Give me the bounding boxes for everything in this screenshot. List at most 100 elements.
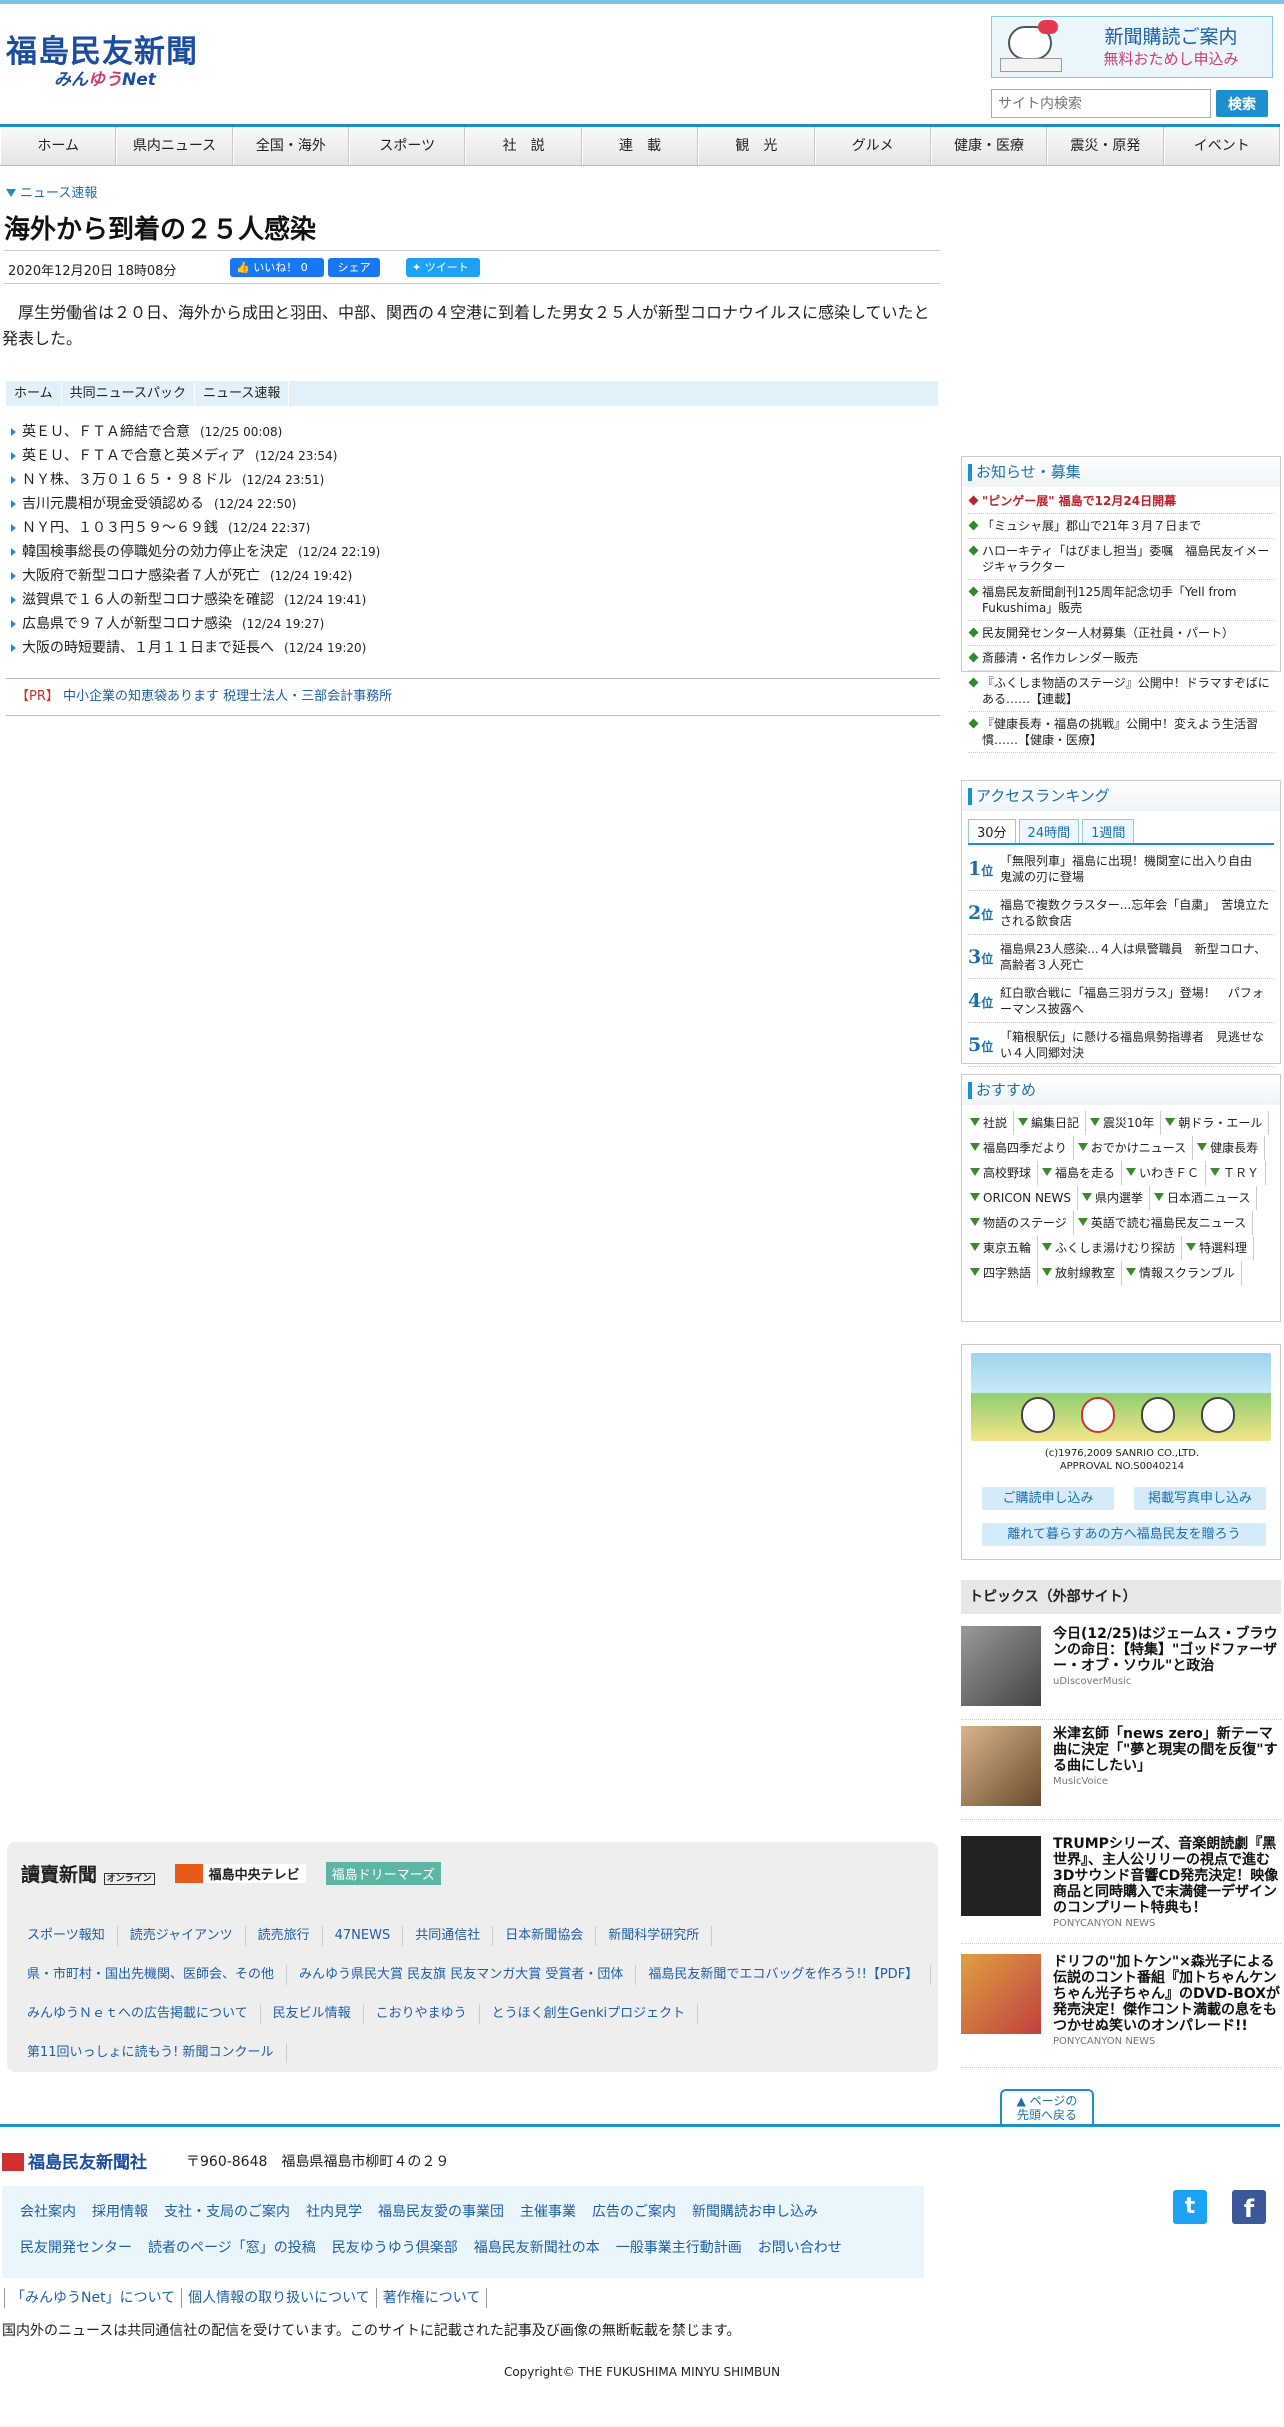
corporate-link[interactable]: 民友開発センター [12,2238,140,2258]
news-list-item[interactable]: 大阪府で新型コロナ感染者７人が死亡 (12/24 19:42) [8,564,938,588]
news-list-item[interactable]: 吉川元農相が現金受領認める (12/24 22:50) [8,492,938,516]
news-list-item[interactable]: 大阪の時短要請、１月１１日まで延長へ (12/24 19:20) [8,636,938,660]
gift-subscription-button[interactable]: 離れて暮らすあの方へ福島民友を贈ろう [982,1523,1266,1546]
notice-item[interactable]: 「ミュシャ展」郡山で21年３月７日まで [968,514,1274,539]
corporate-link[interactable]: 会社案内 [12,2202,84,2222]
related-link[interactable]: 福島民友新聞でエコバッグを作ろう!!【PDF】 [636,1965,932,1985]
nav-national-world[interactable]: 全国・海外 [232,127,350,165]
nav-tourism[interactable]: 観 光 [698,127,815,165]
related-link[interactable]: みんゆうＮｅｔへの広告掲載について [15,2004,261,2024]
tab-1week[interactable]: 1週間 [1082,819,1135,843]
news-list-item[interactable]: ＮＹ円、１０３円５９～６９銭 (12/24 22:37) [8,516,938,540]
ranking-item[interactable]: 1位 「無限列車」福島に出現！機関室に出入り自由 鬼滅の刃に登場 [968,847,1274,891]
policy-link[interactable]: 個人情報の取り扱いについて [181,2288,376,2308]
policy-link[interactable]: 「みんゆうNet」について [4,2288,181,2308]
reco-tag[interactable]: 社説 [966,1111,1015,1135]
back-to-top-button[interactable]: ▲ ページの 先頭へ戻る [1000,2089,1094,2125]
corporate-link[interactable]: 支社・支局のご案内 [156,2202,298,2222]
tab-24h[interactable]: 24時間 [1018,819,1080,843]
notice-item[interactable]: 斎藤清・名作カレンダー販売 [968,646,1274,671]
news-list-item[interactable]: ＮＹ株、３万０１６５・９８ドル (12/24 23:51) [8,468,938,492]
corporate-link[interactable]: 採用情報 [84,2202,156,2222]
notice-item[interactable]: 民友開発センター人材募集（正社員・パート） [968,621,1274,646]
ranking-item[interactable]: 2位 福島で複数クラスター...忘年会「自粛」 苦境立たされる飲食店 [968,891,1274,935]
corporate-link[interactable]: 民友ゆうゆう倶楽部 [324,2238,466,2258]
facebook-share-button[interactable]: シェア [328,258,380,277]
corporate-link[interactable]: 読者のページ「窓」の投稿 [140,2238,324,2258]
notice-item[interactable]: ハローキティ「はぴまし担当」委嘱 福島民友イメージキャラクター [968,539,1274,580]
related-link[interactable]: 日本新聞協会 [493,1926,597,1946]
nav-health[interactable]: 健康・医療 [930,127,1048,165]
reco-tag[interactable]: 震災10年 [1086,1111,1162,1135]
notice-item[interactable]: 福島民友新聞創刊125周年記念切手「Yell from Fukushima」販売 [968,580,1274,621]
nav-sports[interactable]: スポーツ [349,127,466,165]
related-link[interactable]: スポーツ報知 [15,1926,118,1946]
nav-gourmet[interactable]: グルメ [814,127,931,165]
facebook-like-button[interactable]: 👍 いいね！ 0 [230,258,324,277]
notice-item[interactable]: "ピンゲー展" 福島で12月24日開幕 [968,489,1274,514]
reco-tag[interactable]: 福島を走る [1038,1161,1123,1185]
notice-item[interactable]: 『ふくしま物語のステージ』公開中！ドラマすぞばにある……【連載】 [968,671,1274,712]
twitter-icon[interactable]: t [1173,2190,1207,2224]
fct-logo[interactable]: 福島中央テレビ [174,1864,306,1883]
reco-tag[interactable]: 高校野球 [966,1161,1039,1185]
reco-tag[interactable]: いわきＦＣ [1122,1161,1207,1185]
related-link[interactable]: とうほく創生Genkiプロジェクト [480,2004,699,2024]
reco-tag[interactable]: おでかけニュース [1074,1136,1194,1160]
related-link[interactable]: 共同通信社 [403,1926,494,1946]
corporate-link[interactable]: 新聞購読お申し込み [684,2202,826,2222]
reco-tag[interactable]: 特選料理 [1182,1236,1255,1260]
subscription-banner[interactable]: 新聞購読ご案内 無料おためし申込み [991,16,1273,78]
nav-local-news[interactable]: 県内ニュース [116,127,233,165]
related-link[interactable]: 読売ジャイアンツ [118,1926,246,1946]
reco-tag[interactable]: 東京五輪 [966,1236,1039,1260]
reco-tag[interactable]: ORICON NEWS [966,1186,1078,1210]
corporate-link[interactable]: お問い合わせ [750,2238,850,2258]
reco-tag[interactable]: 福島四季だより [966,1136,1074,1160]
tab-30min[interactable]: 30分 [968,819,1016,843]
corporate-link[interactable]: 広告のご案内 [584,2202,684,2222]
corporate-link[interactable]: 福島民友愛の事業団 [370,2202,512,2222]
related-link[interactable]: 新聞科学研究所 [596,1926,713,1946]
pr-ad-link[interactable]: 【PR】 中小企業の知恵袋あります 税理士法人・三部会計事務所 [6,678,940,716]
ranking-item[interactable]: 3位 福島県23人感染...４人は県警職員 新型コロナ、高齢者３人死亡 [968,935,1274,979]
notice-item[interactable]: 『健康長寿・福島の挑戦』公開中！変えよう生活習慣……【健康・医療】 [968,712,1274,753]
nav-series[interactable]: 連 載 [581,127,699,165]
policy-link[interactable]: 著作権について [375,2288,488,2308]
reco-tag[interactable]: 日本酒ニュース [1150,1186,1258,1210]
fukushima-dreamers-logo[interactable]: 福島ドリーマーズ [325,1862,442,1885]
photo-apply-button[interactable]: 掲載写真申し込み [1134,1487,1266,1510]
related-link[interactable]: みんゆう県民大賞 民友旗 民友マンガ大賞 受賞者・団体 [287,1965,637,1985]
corporate-link[interactable]: 主催事業 [512,2202,584,2222]
reco-tag[interactable]: 四字熟語 [966,1261,1039,1285]
corporate-link[interactable]: 一般事業主行動計画 [608,2238,750,2258]
reco-tag[interactable]: 英語で読む福島民友ニュース [1074,1211,1254,1235]
corporate-link[interactable]: 社内見学 [298,2202,370,2222]
nav-events[interactable]: イベント [1163,127,1280,165]
nav-home[interactable]: ホーム [0,127,117,165]
ranking-item[interactable]: 5位 「箱根駅伝」に懸ける福島県勢指導者 見逃せない４人同郷対決 [968,1023,1274,1067]
subscribe-apply-button[interactable]: ご購読申し込み [982,1487,1114,1510]
related-link[interactable]: 県・市町村・国出先機関、医師会、その他 [15,1965,288,1985]
breadcrumb-news-flash[interactable]: ニュース速報 [195,381,290,406]
search-input[interactable] [991,89,1211,118]
news-list-item[interactable]: 英ＥＵ、ＦＴＡ締結で合意 (12/25 00:08) [8,420,938,444]
corporate-link[interactable]: 福島民友新聞社の本 [466,2238,608,2258]
breadcrumb-home[interactable]: ホーム [6,381,62,406]
reco-tag[interactable]: ふくしま湯けむり探訪 [1038,1236,1183,1260]
yomiuri-logo[interactable]: 讀賣新聞 オンライン [21,1860,155,1887]
search-button[interactable]: 検索 [1216,90,1268,117]
related-link[interactable]: 民友ビル情報 [261,2004,364,2024]
reco-tag[interactable]: 情報スクランブル [1122,1261,1242,1285]
reco-tag[interactable]: 放射線教室 [1038,1261,1123,1285]
nav-editorial[interactable]: 社 説 [465,127,582,165]
facebook-icon[interactable]: f [1232,2190,1266,2224]
category-link[interactable]: ニュース速報 [6,182,97,201]
nav-disaster[interactable]: 震災・原発 [1047,127,1164,165]
ranking-item[interactable]: 4位 紅白歌合戦に「福島三羽ガラス」登場！ パフォーマンス披露へ [968,979,1274,1023]
news-list-item[interactable]: 広島県で９７人が新型コロナ感染 (12/24 19:27) [8,612,938,636]
reco-tag[interactable]: 県内選挙 [1078,1186,1150,1210]
related-link[interactable]: 第11回いっしょに読もう! 新聞コンクール [15,2043,287,2063]
reco-tag[interactable]: 健康長寿 [1193,1136,1266,1160]
news-list-item[interactable]: 韓国検事総長の停職処分の効力停止を決定 (12/24 22:19) [8,540,938,564]
